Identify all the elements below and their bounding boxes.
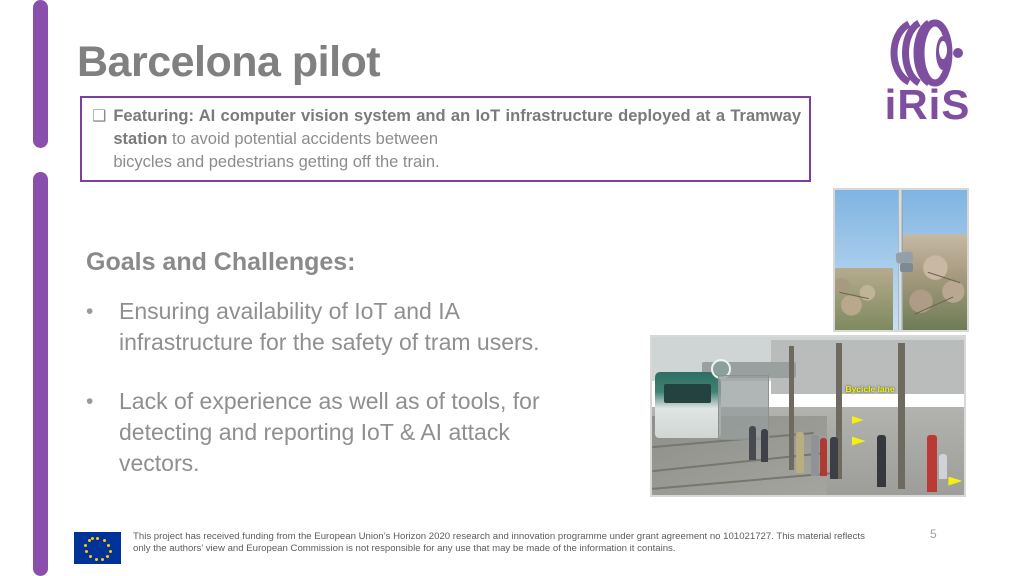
list-item-label: Ensuring availability of IoT and IA infr… xyxy=(119,298,540,355)
accent-bar-top xyxy=(33,0,48,148)
featuring-row: ❑ Featuring: AI computer vision system a… xyxy=(92,105,801,174)
featuring-callout-box: ❑ Featuring: AI computer vision system a… xyxy=(80,96,811,182)
slide: Barcelona pilot ❑ Featuring: AI computer… xyxy=(0,0,1024,576)
tree-left xyxy=(835,268,893,330)
featuring-rest: to avoid potential accidents between xyxy=(167,130,439,148)
checkbox-bullet-icon: ❑ xyxy=(92,108,107,125)
person xyxy=(876,434,886,488)
person xyxy=(926,434,937,492)
eu-flag-icon xyxy=(74,532,121,564)
featuring-tail: bicycles and pedestrians getting off the… xyxy=(113,153,440,171)
tram-vehicle xyxy=(655,371,721,439)
column xyxy=(898,343,906,489)
featuring-text: Featuring: AI computer vision system and… xyxy=(113,105,801,174)
list-item-label: Lack of experience as well as of tools, … xyxy=(119,388,540,476)
iris-wordmark: iRiS xyxy=(884,81,971,128)
camera-device-icon xyxy=(895,250,914,264)
goals-bullet-list: • Ensuring availability of IoT and IA in… xyxy=(86,296,566,507)
list-item: • Lack of experience as well as of tools… xyxy=(86,386,566,479)
list-item: • Ensuring availability of IoT and IA in… xyxy=(86,296,566,358)
page-title: Barcelona pilot xyxy=(77,38,381,86)
slide-number: 5 xyxy=(930,527,937,541)
tram-station-photo: Bycicle lane xyxy=(650,335,966,497)
bullet-dot-icon: • xyxy=(86,390,94,413)
person xyxy=(829,436,838,480)
goals-heading: Goals and Challenges: xyxy=(86,248,356,276)
column xyxy=(789,346,795,470)
iris-logo: iRiS xyxy=(865,18,990,130)
person xyxy=(761,428,769,462)
camera-pole-photo xyxy=(833,188,969,332)
iris-arcs-icon xyxy=(890,19,963,87)
person xyxy=(820,438,828,477)
funding-disclaimer: This project has received funding from t… xyxy=(133,531,865,555)
bullet-dot-icon: • xyxy=(86,300,94,323)
bicycle-lane-annotation: Bycicle lane xyxy=(845,384,895,395)
person xyxy=(795,431,804,473)
accent-bar-bottom xyxy=(33,172,48,576)
sensor-device-icon xyxy=(899,262,913,272)
person xyxy=(748,425,756,461)
tram-window xyxy=(664,384,712,404)
shopping-bag xyxy=(939,453,948,480)
person xyxy=(811,434,820,477)
